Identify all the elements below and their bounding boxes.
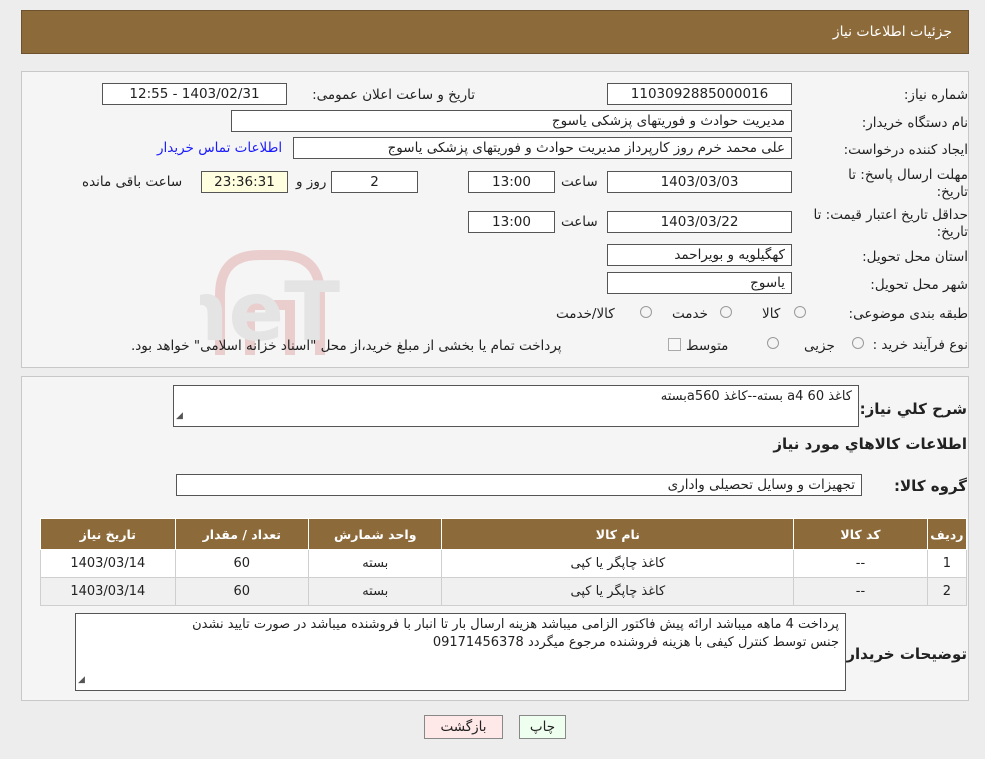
deadline-label-line1: مهلت ارسال پاسخ: تا: [848, 167, 968, 183]
cell-name: کاغذ چاپگر یا کپی: [441, 577, 795, 606]
need-number-label: شماره نیاز:: [903, 87, 968, 103]
summary-field: کاغذ a4 60 بسته--کاغذ a560بسته ◢: [173, 385, 859, 427]
cell-date: 1403/03/14: [40, 549, 176, 578]
cell-code: --: [793, 549, 928, 578]
buyer-contact-link[interactable]: اطلاعات تماس خریدار: [157, 140, 282, 156]
buyer-org-label: نام دستگاه خریدار:: [861, 115, 968, 131]
process-label: نوع فرآیند خرید :: [872, 337, 968, 353]
col-date: تاریخ نیاز: [40, 518, 176, 550]
process-partial-radio[interactable]: [852, 337, 864, 349]
table-row: 1 -- کاغذ چاپگر یا کپی بسته 60 1403/03/1…: [40, 549, 968, 578]
validity-label-line1: حداقل تاریخ اعتبار قیمت: تا: [813, 207, 968, 223]
items-heading: اطلاعات کالاهاي مورد نياز: [773, 435, 967, 453]
buyer-notes-label: توضیحات خریدار:: [840, 645, 967, 663]
summary-label: شرح کلي نياز:: [859, 400, 967, 418]
validity-date-field: 1403/03/22: [607, 211, 792, 233]
process-medium-label: متوسط: [686, 338, 729, 354]
process-medium-radio[interactable]: [767, 337, 779, 349]
process-partial-label: جزیی: [804, 338, 835, 354]
resize-grip-icon[interactable]: ◢: [176, 407, 183, 425]
items-table: ردیف کد کالا نام کالا واحد شمارش تعداد /…: [40, 518, 968, 606]
col-name: نام کالا: [441, 518, 795, 550]
process-note: پرداخت تمام یا بخشی از مبلغ خرید،از محل …: [131, 338, 562, 354]
buyer-notes-line1: پرداخت 4 ماهه میباشد ارائه پیش فاکتور ال…: [192, 617, 839, 632]
cell-unit: بسته: [308, 549, 443, 578]
cell-code: --: [793, 577, 928, 606]
validity-time-field: 13:00: [468, 211, 555, 233]
category-label: طبقه بندی موضوعی:: [848, 306, 968, 322]
category-service-label: خدمت: [672, 306, 708, 322]
page-header: جزئیات اطلاعات نیاز: [21, 10, 969, 54]
buyer-notes-field: پرداخت 4 ماهه میباشد ارائه پیش فاکتور ال…: [75, 613, 846, 691]
buyer-org-field: مدیریت حوادث و فوریتهای پزشکی یاسوج: [231, 110, 792, 132]
back-button[interactable]: بازگشت: [424, 715, 503, 739]
cell-unit: بسته: [308, 577, 443, 606]
deadline-time-label: ساعت: [561, 174, 598, 190]
cell-date: 1403/03/14: [40, 577, 176, 606]
col-qty: تعداد / مقدار: [174, 518, 310, 550]
category-goods-service-label: کالا/خدمت: [556, 306, 615, 322]
validity-time-label: ساعت: [561, 214, 598, 230]
col-unit: واحد شمارش: [308, 518, 443, 550]
goods-group-label: گروه کالا:: [894, 477, 967, 495]
treasury-checkbox[interactable]: [668, 338, 681, 351]
days-label: روز و: [296, 174, 327, 190]
category-goods-radio[interactable]: [794, 306, 806, 318]
table-row: 2 -- کاغذ چاپگر یا کپی بسته 60 1403/03/1…: [40, 577, 968, 606]
cell-row: 1: [926, 549, 968, 578]
need-number-field: 1103092885000016: [607, 83, 792, 105]
days-field: 2: [331, 171, 418, 193]
city-field: یاسوج: [607, 272, 792, 294]
announce-label: تاریخ و ساعت اعلان عمومی:: [312, 87, 475, 103]
cell-qty: 60: [174, 549, 310, 578]
buyer-notes-line2: جنس توسط کنترل کیفی با هزینه فروشنده مرج…: [432, 635, 839, 650]
creator-field: علی محمد خرم روز کارپرداز مدیریت حوادث و…: [293, 137, 792, 159]
announce-field: 1403/02/31 - 12:55: [102, 83, 287, 105]
resize-grip-icon[interactable]: ◢: [78, 671, 85, 689]
cell-name: کاغذ چاپگر یا کپی: [441, 549, 795, 578]
city-label: شهر محل تحویل:: [870, 277, 968, 293]
print-button[interactable]: چاپ: [519, 715, 566, 739]
category-service-radio[interactable]: [720, 306, 732, 318]
category-goods-service-radio[interactable]: [640, 306, 652, 318]
cell-qty: 60: [174, 577, 310, 606]
category-goods-label: کالا: [762, 306, 781, 322]
remaining-label: ساعت باقی مانده: [82, 174, 183, 190]
page-title: جزئیات اطلاعات نیاز: [832, 24, 952, 40]
col-code: کد کالا: [793, 518, 928, 550]
deadline-date-field: 1403/03/03: [607, 171, 792, 193]
province-field: کهگیلویه و بویراحمد: [607, 244, 792, 266]
goods-group-field: تجهیزات و وسایل تحصیلی واداری: [176, 474, 862, 496]
validity-label-line2: تاریخ:: [936, 224, 968, 240]
deadline-label-line2: تاریخ:: [936, 184, 968, 200]
cell-row: 2: [926, 577, 968, 606]
creator-label: ایجاد کننده درخواست:: [843, 142, 968, 158]
col-row: ردیف: [926, 518, 968, 550]
table-header-row: ردیف کد کالا نام کالا واحد شمارش تعداد /…: [40, 518, 968, 550]
summary-text: کاغذ a4 60 بسته--کاغذ a560بسته: [660, 389, 852, 404]
remaining-time-field: 23:36:31: [201, 171, 288, 193]
province-label: استان محل تحویل:: [862, 249, 968, 265]
deadline-time-field: 13:00: [468, 171, 555, 193]
